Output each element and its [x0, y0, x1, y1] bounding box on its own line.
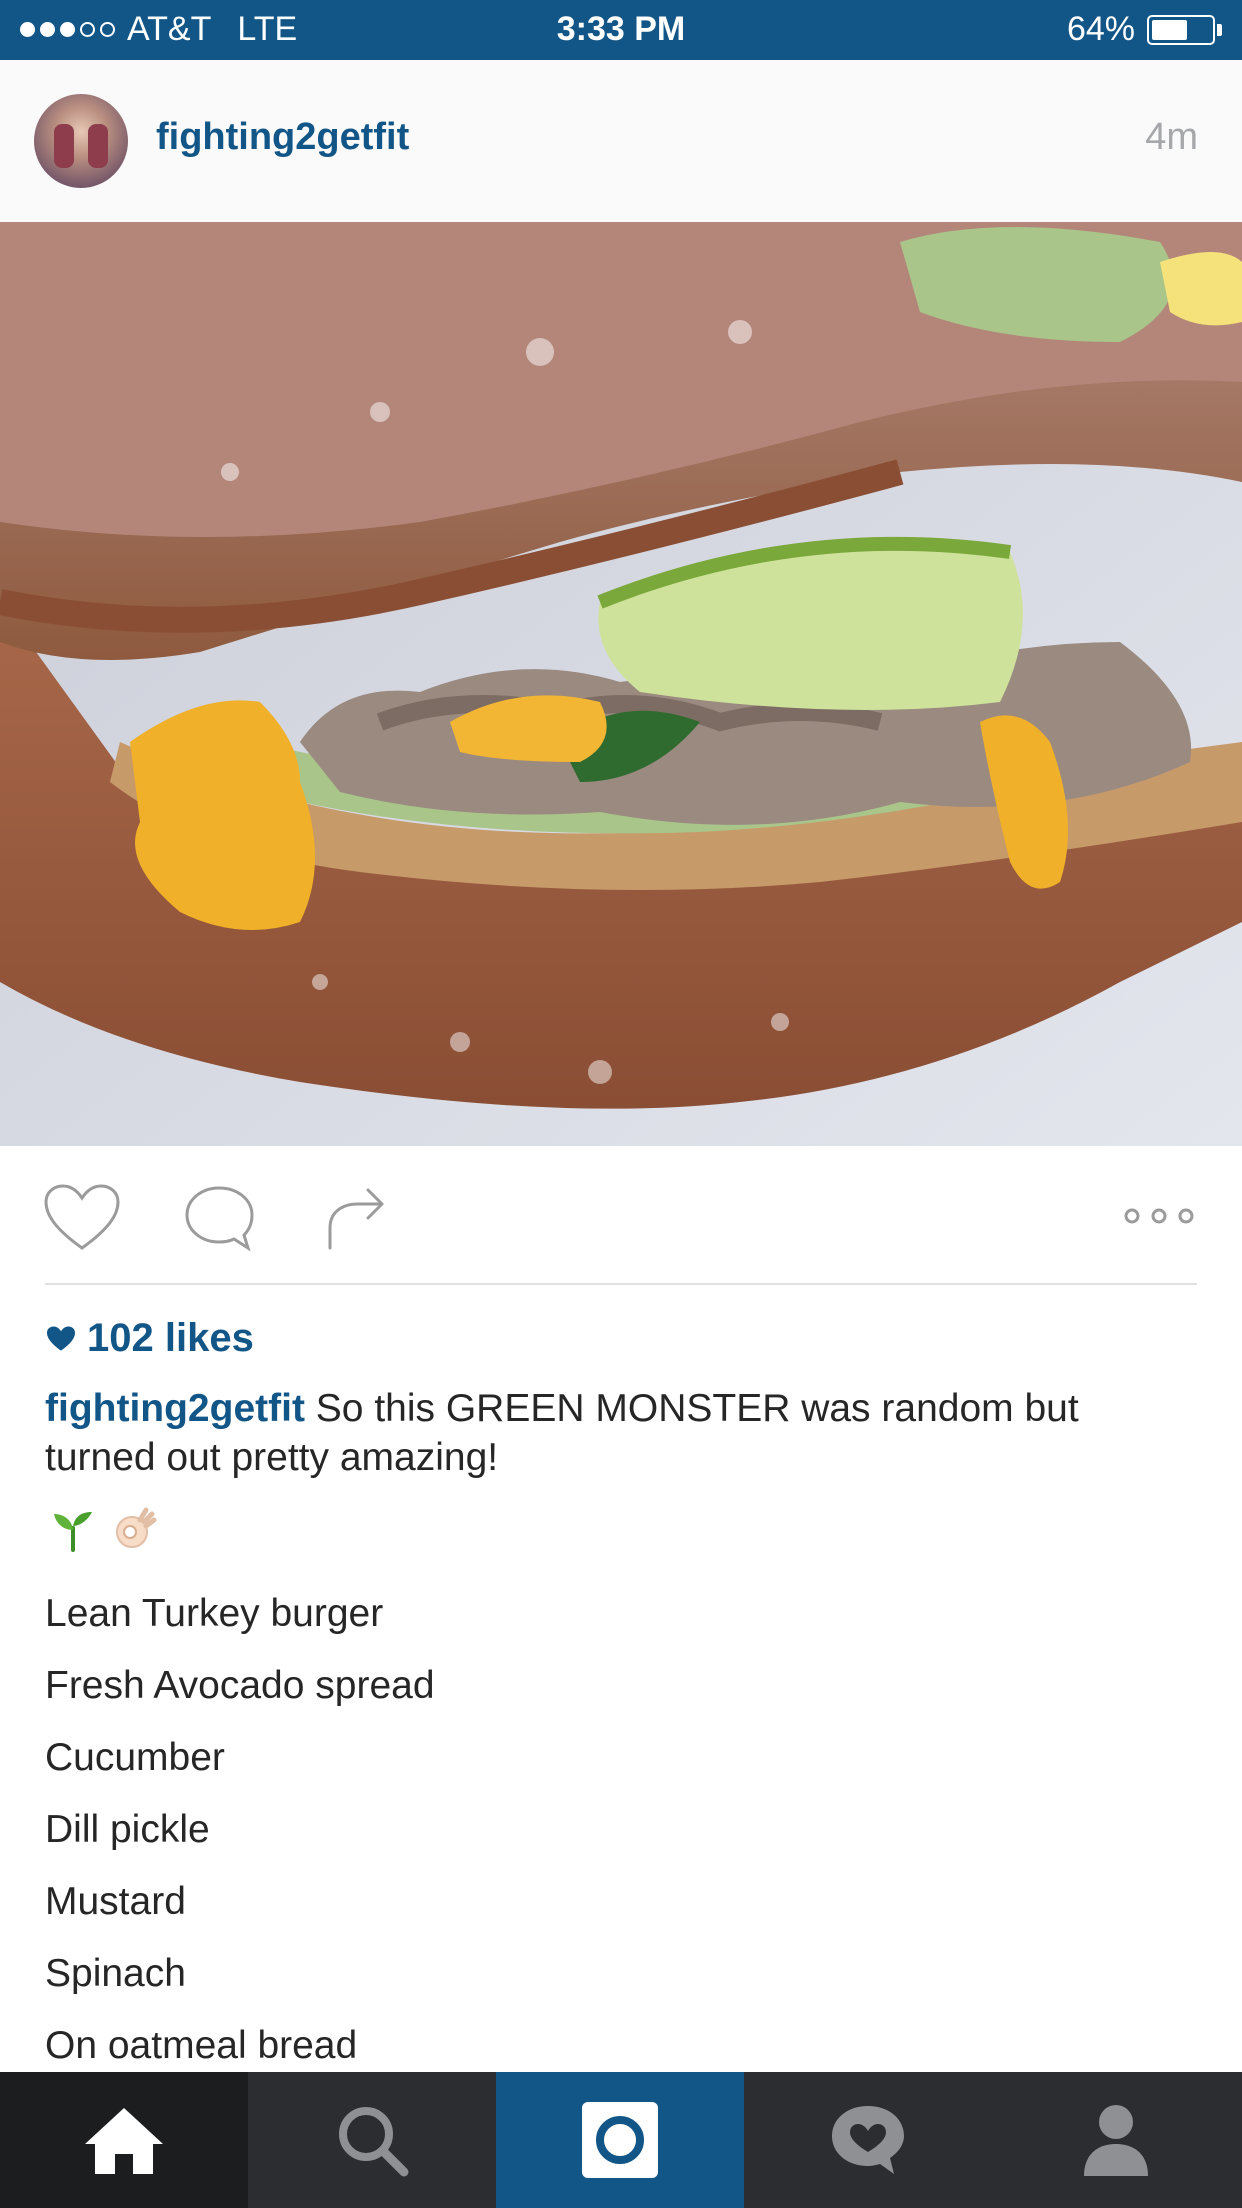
filled-heart-icon [47, 1326, 75, 1351]
likes-count: 102 likes [87, 1316, 254, 1360]
caption-username[interactable]: fighting2getfit [45, 1387, 305, 1430]
camera-icon [582, 2102, 658, 2178]
post-username[interactable]: fighting2getfit [156, 116, 409, 159]
status-right: 64% [1067, 10, 1222, 49]
action-divider [45, 1283, 1197, 1285]
battery-fill [1152, 19, 1187, 40]
avatar[interactable] [34, 94, 128, 188]
tab-camera[interactable] [496, 2072, 744, 2208]
battery-tip [1217, 23, 1222, 36]
comment-icon [185, 1186, 254, 1252]
tab-activity[interactable] [744, 2072, 992, 2208]
ingredient-line: Mustard [45, 1880, 186, 1923]
activity-icon [832, 2106, 904, 2174]
share-button[interactable] [324, 1182, 390, 1259]
emoji-line [50, 1506, 158, 1552]
action-row [0, 1146, 1242, 1284]
more-options-button[interactable] [1122, 1204, 1196, 1233]
tab-search[interactable] [248, 2072, 496, 2208]
caption: fighting2getfit So this GREEN MONSTER wa… [45, 1384, 1197, 1482]
ok-hand-emoji [116, 1507, 157, 1548]
ingredient-line: Lean Turkey burger [45, 1592, 384, 1635]
post-header: fighting2getfit 4m [0, 60, 1242, 223]
ingredient-line: Spinach [45, 1952, 186, 1995]
ingredient-line: Cucumber [45, 1736, 225, 1779]
heart-icon [44, 1184, 120, 1250]
status-bar: AT&T LTE 3:33 PM 64% [0, 0, 1242, 60]
sandwich-photo [0, 222, 1242, 1146]
post-timestamp: 4m [1145, 116, 1198, 158]
battery-percent: 64% [1066, 10, 1135, 48]
share-icon [328, 1188, 384, 1250]
profile-icon [1084, 2105, 1148, 2176]
like-button[interactable] [42, 1182, 122, 1259]
post-photo[interactable] [0, 222, 1242, 1146]
tab-home[interactable] [0, 2072, 248, 2208]
home-icon [85, 2108, 163, 2174]
tab-bar [0, 2072, 1242, 2208]
comment-button[interactable] [182, 1182, 256, 1259]
more-icon [1124, 1208, 1194, 1224]
battery-icon [1147, 14, 1215, 45]
ingredient-line: Dill pickle [45, 1808, 210, 1851]
ingredient-line: Fresh Avocado spread [45, 1664, 435, 1707]
ingredient-line: On oatmeal bread [45, 2024, 358, 2067]
status-time: 3:33 PM [556, 10, 686, 48]
search-icon [339, 2107, 409, 2177]
tab-profile[interactable] [992, 2072, 1240, 2208]
likes-row[interactable]: 102 likes [45, 1316, 254, 1361]
seedling-emoji [54, 1512, 92, 1552]
